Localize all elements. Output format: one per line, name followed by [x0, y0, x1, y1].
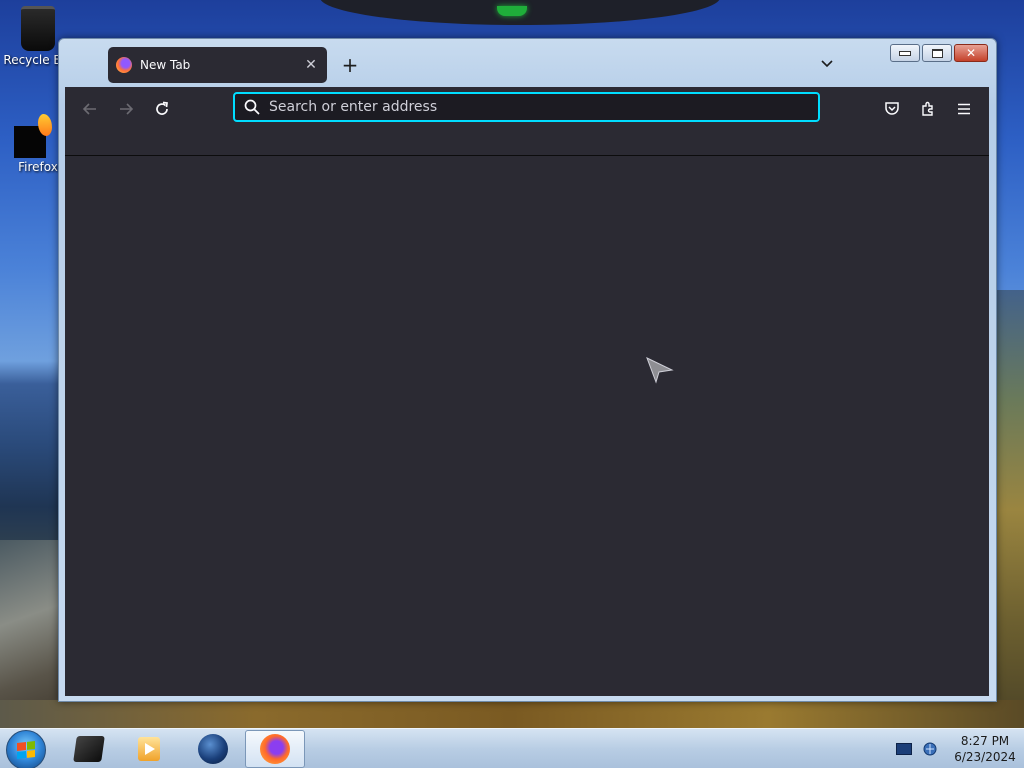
hamburger-menu-icon	[958, 103, 970, 115]
pocket-icon	[885, 102, 899, 115]
window-controls: ✕	[890, 44, 988, 62]
reload-button[interactable]	[150, 97, 174, 121]
back-button[interactable]	[78, 97, 102, 121]
tab-new-tab[interactable]: New Tab ✕	[108, 47, 327, 83]
puzzle-icon	[922, 101, 933, 116]
start-button[interactable]	[6, 730, 46, 768]
page-content[interactable]	[65, 156, 989, 696]
tab-title: New Tab	[140, 58, 191, 72]
close-window-button[interactable]: ✕	[954, 44, 988, 62]
back-arrow-icon	[82, 103, 96, 115]
taskbar-firefox[interactable]	[245, 730, 305, 768]
navigation-toolbar	[65, 87, 989, 156]
clock[interactable]: 8:27 PM 6/23/2024	[946, 733, 1024, 765]
windows-logo-icon	[17, 741, 35, 759]
recycle-bin-icon	[21, 6, 55, 51]
close-icon: ✕	[965, 46, 977, 60]
firefox-icon	[260, 734, 290, 764]
clock-time: 8:27 PM	[960, 734, 1010, 748]
maximize-icon	[931, 48, 943, 58]
wallpaper-light	[497, 6, 527, 16]
browser-window: ✕ New Tab ✕ +	[58, 38, 997, 702]
network-icon[interactable]	[922, 741, 938, 757]
pocket-button[interactable]	[880, 97, 904, 121]
new-tab-button[interactable]: +	[339, 54, 361, 76]
taskbar-app-box[interactable]	[61, 730, 117, 768]
clock-date: 6/23/2024	[954, 750, 1016, 764]
tab-list-chevron-down-icon[interactable]	[819, 55, 835, 71]
forward-arrow-icon	[120, 103, 134, 115]
search-icon	[244, 99, 260, 115]
taskbar: 8:27 PM 6/23/2024	[0, 728, 1024, 768]
firefox-icon	[14, 114, 52, 158]
media-player-icon	[138, 737, 160, 761]
forward-button[interactable]	[114, 97, 138, 121]
maximize-button[interactable]	[922, 44, 952, 62]
taskbar-media-player[interactable]	[121, 730, 177, 768]
address-input[interactable]	[269, 99, 818, 115]
minimize-button[interactable]	[890, 44, 920, 62]
firefox-favicon-icon	[116, 57, 132, 73]
globe-icon	[198, 734, 228, 764]
mouse-pointer-icon	[646, 357, 674, 384]
tab-close-icon[interactable]: ✕	[303, 57, 319, 73]
minimize-icon	[899, 50, 911, 56]
app-menu-button[interactable]	[952, 97, 976, 121]
action-center-icon[interactable]	[896, 743, 912, 755]
wallpaper-field	[994, 290, 1024, 730]
system-tray: 8:27 PM 6/23/2024	[896, 729, 1024, 768]
extensions-button[interactable]	[916, 97, 940, 121]
app-box-icon	[73, 736, 105, 762]
address-bar[interactable]	[233, 92, 820, 122]
reload-icon	[156, 101, 168, 115]
wallpaper-ground	[0, 700, 1024, 730]
taskbar-globe-app[interactable]	[185, 730, 241, 768]
